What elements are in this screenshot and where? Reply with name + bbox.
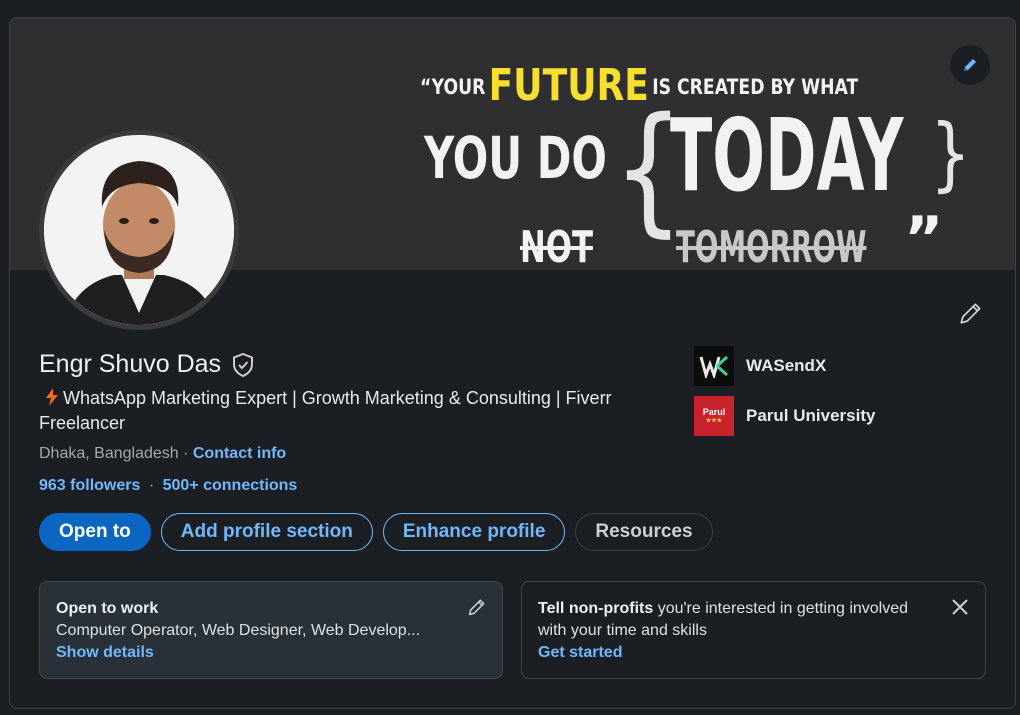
profile-name-row: Engr Shuvo Das xyxy=(39,350,255,379)
profile-card: “YOURFUTURE IS CREATED BY WHAT YOU DO { T… xyxy=(9,17,1016,709)
profile-name: Engr Shuvo Das xyxy=(39,350,222,378)
open-to-button[interactable]: Open to xyxy=(39,513,151,551)
cover-quote: “YOURFUTURE IS CREATED BY WHAT YOU DO { T… xyxy=(420,36,980,270)
verified-shield-icon[interactable] xyxy=(231,352,255,378)
edit-cover-button[interactable] xyxy=(950,45,990,85)
org-wasendx[interactable]: WASendX xyxy=(694,346,826,386)
profile-location-row: Dhaka, Bangladesh · Contact info xyxy=(39,445,286,463)
connections-link[interactable]: 500+ connections xyxy=(163,477,298,494)
quote-youdo-text: YOU DO xyxy=(424,124,607,192)
quote-close-mark: ” xyxy=(904,204,944,270)
edit-intro-button[interactable] xyxy=(954,296,988,330)
profile-photo[interactable] xyxy=(39,130,239,330)
open-to-work-roles: Computer Operator, Web Designer, Web Dev… xyxy=(56,622,421,639)
nonprofits-message: Tell non-profits you're interested in ge… xyxy=(538,598,918,642)
pencil-icon xyxy=(468,599,485,616)
location-text: Dhaka, Bangladesh xyxy=(39,445,179,462)
stats-separator: · xyxy=(148,477,155,494)
org-name: WASendX xyxy=(746,356,827,375)
pencil-icon xyxy=(960,303,981,324)
headline-text: WhatsApp Marketing Expert | Growth Marke… xyxy=(39,388,612,433)
parul-university-logo: Parul ★★★ xyxy=(694,396,734,436)
resources-button[interactable]: Resources xyxy=(575,513,713,551)
wasendx-logo xyxy=(694,346,734,386)
followers-link[interactable]: 963 followers xyxy=(39,477,140,494)
profile-headline: WhatsApp Marketing Expert | Growth Marke… xyxy=(39,386,649,436)
add-profile-section-button[interactable]: Add profile section xyxy=(160,513,373,551)
quote-today-text: TODAY xyxy=(670,97,904,214)
profile-actions: Open to Add profile section Enhance prof… xyxy=(39,513,713,551)
wasendx-logo-mark xyxy=(699,355,729,378)
avatar xyxy=(44,135,234,325)
quote-open-text: “YOUR xyxy=(420,75,486,99)
org-parul-university[interactable]: Parul ★★★ Parul University xyxy=(694,396,875,436)
network-stats: 963 followers · 500+ connections xyxy=(39,477,297,495)
avatar-illustration xyxy=(44,135,234,325)
parul-logo-text: Parul xyxy=(702,407,726,417)
location-separator: · xyxy=(178,445,193,462)
open-to-work-card: Open to work Computer Operator, Web Desi… xyxy=(39,581,503,679)
get-started-link[interactable]: Get started xyxy=(538,644,622,661)
edit-open-to-work-button[interactable] xyxy=(466,596,488,618)
open-to-work-title: Open to work xyxy=(56,600,159,617)
contact-info-link[interactable]: Contact info xyxy=(193,445,286,462)
close-icon xyxy=(952,599,968,615)
quote-not-text: NOT xyxy=(520,222,593,270)
nonprofits-card: Tell non-profits you're interested in ge… xyxy=(521,581,986,679)
pencil-icon xyxy=(964,59,976,71)
show-details-link[interactable]: Show details xyxy=(56,644,154,661)
quote-brace-close: } xyxy=(930,107,971,200)
dismiss-nonprofits-button[interactable] xyxy=(949,596,971,618)
lightning-icon xyxy=(46,388,58,406)
enhance-profile-button[interactable]: Enhance profile xyxy=(382,513,566,551)
quote-tomorrow-text: TOMORROW xyxy=(676,222,867,270)
nonprofits-title-bold: Tell non-profits xyxy=(538,600,654,617)
org-name: Parul University xyxy=(746,406,876,425)
parul-logo-stars: ★★★ xyxy=(705,418,723,424)
